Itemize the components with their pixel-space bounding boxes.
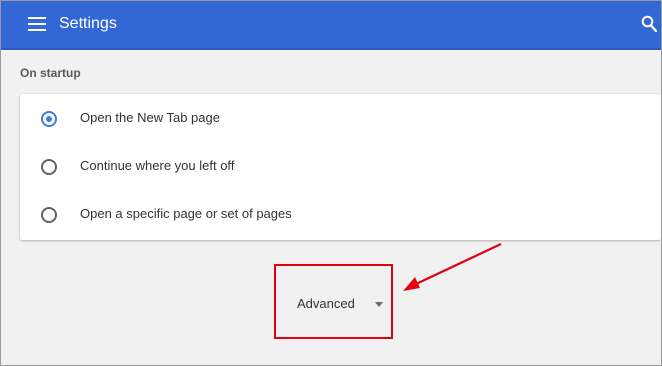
startup-options-card: Open the New Tab page Continue where you… <box>20 94 661 240</box>
startup-option-new-tab[interactable]: Open the New Tab page <box>20 94 661 142</box>
advanced-button[interactable]: Advanced <box>297 296 355 312</box>
startup-option-continue[interactable]: Continue where you left off <box>20 142 661 190</box>
radio-button-selected[interactable] <box>41 111 57 127</box>
startup-option-specific-pages[interactable]: Open a specific page or set of pages <box>20 190 661 238</box>
caret-down-icon[interactable] <box>375 302 383 307</box>
radio-button[interactable] <box>41 159 57 175</box>
option-label: Open a specific page or set of pages <box>80 206 292 221</box>
page-title: Settings <box>59 15 117 32</box>
option-label: Open the New Tab page <box>80 110 220 125</box>
hamburger-menu-icon[interactable] <box>28 17 46 31</box>
top-app-bar: Settings <box>1 1 661 50</box>
settings-window: Settings On startup Open the New Tab pag… <box>0 0 662 366</box>
search-icon[interactable] <box>641 15 658 33</box>
section-title-on-startup: On startup <box>20 66 81 80</box>
option-label: Continue where you left off <box>80 158 235 173</box>
radio-button[interactable] <box>41 207 57 223</box>
